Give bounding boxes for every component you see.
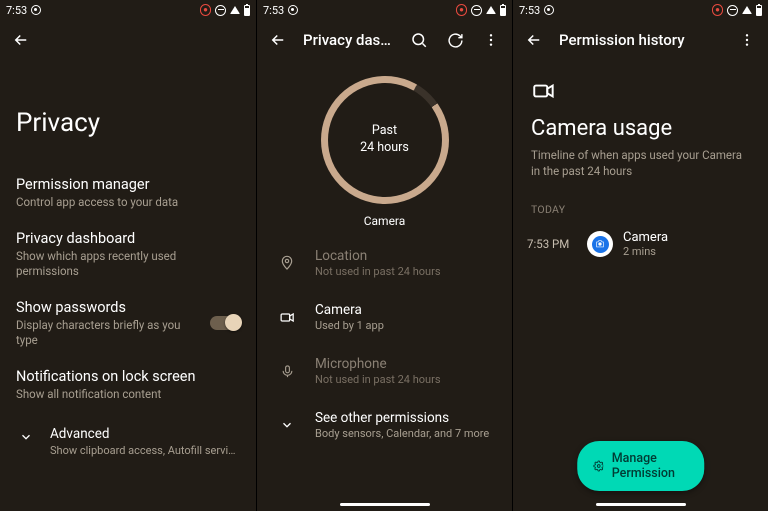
battery-icon [500, 5, 506, 16]
page-description: Timeline of when apps used your Camera i… [513, 147, 768, 195]
privacy-settings-screen: 7:53 ● Privacy Permission manager Contro… [0, 0, 256, 511]
setting-subtitle: Show clipboard access, Autofill service … [50, 444, 240, 457]
recording-pill-icon: ● [712, 4, 723, 16]
status-bar: 7:53 ● [257, 0, 512, 20]
recording-pill-icon: ● [200, 4, 211, 16]
screen-record-icon [544, 5, 554, 15]
permission-history-screen: 7:53 ● Permission history Camera usage T… [512, 0, 768, 511]
battery-icon [244, 5, 250, 16]
usage-entry[interactable]: 7:53 PM Camera 2 mins [513, 224, 768, 264]
perm-see-other[interactable]: See other permissions Body sensors, Cale… [257, 398, 512, 452]
setting-advanced[interactable]: Advanced Show clipboard access, Autofill… [0, 412, 256, 471]
usage-app-name: Camera [623, 230, 668, 245]
setting-subtitle: Control app access to your data [16, 195, 240, 210]
ring-line2: 24 hours [360, 140, 409, 157]
ring-label: Camera [364, 214, 406, 228]
location-icon [277, 255, 297, 271]
recording-pill-icon: ● [456, 4, 467, 16]
perm-camera[interactable]: Camera Used by 1 app [257, 290, 512, 344]
fab-label: Manage Permission [612, 451, 689, 481]
nav-bar [257, 497, 512, 511]
chevron-down-icon [277, 418, 297, 432]
search-button[interactable] [408, 29, 430, 51]
setting-subtitle: Show which apps recently used permission… [16, 249, 240, 279]
status-time: 7:53 [263, 4, 284, 17]
app-bar: Privacy dashb... [257, 20, 512, 60]
wifi-icon [486, 6, 496, 14]
ring-line1: Past [360, 123, 409, 140]
perm-subtitle: Not used in past 24 hours [315, 373, 441, 386]
perm-title: Microphone [315, 356, 441, 372]
perm-microphone[interactable]: Microphone Not used in past 24 hours [257, 344, 512, 398]
nav-bar [513, 497, 768, 511]
dnd-icon [471, 5, 482, 16]
chevron-down-icon [16, 426, 36, 448]
perm-location[interactable]: Location Not used in past 24 hours [257, 236, 512, 290]
nav-pill[interactable] [340, 503, 430, 506]
overflow-menu-button[interactable] [736, 29, 758, 51]
perm-title: Location [315, 248, 441, 264]
setting-permission-manager[interactable]: Permission manager Control app access to… [0, 166, 256, 220]
back-button[interactable] [523, 29, 545, 51]
app-icon [587, 231, 613, 257]
setting-title: Advanced [50, 426, 240, 442]
wifi-icon [230, 6, 240, 14]
status-bar: 7:53 ● [0, 0, 256, 20]
nav-pill[interactable] [596, 503, 686, 506]
dnd-icon [215, 5, 226, 16]
perm-title: Camera [315, 302, 384, 318]
battery-icon [756, 5, 762, 16]
page-title: Privacy [0, 60, 256, 166]
setting-privacy-dashboard[interactable]: Privacy dashboard Show which apps recent… [0, 220, 256, 289]
usage-ring: Past 24 hours Camera [257, 60, 512, 236]
app-bar [0, 20, 256, 60]
screen-record-icon [31, 5, 41, 15]
perm-subtitle: Not used in past 24 hours [315, 265, 441, 278]
setting-subtitle: Show all notification content [16, 387, 240, 402]
status-time: 7:53 [519, 4, 540, 17]
app-bar: Permission history [513, 20, 768, 60]
back-button[interactable] [267, 29, 289, 51]
setting-title: Notifications on lock screen [16, 368, 240, 385]
setting-title: Show passwords [16, 299, 198, 316]
setting-show-passwords[interactable]: Show passwords Display characters briefl… [0, 289, 256, 358]
dnd-icon [727, 5, 738, 16]
manage-permission-button[interactable]: Manage Permission [577, 441, 705, 491]
gear-icon [593, 458, 604, 474]
camera-icon [531, 78, 768, 104]
back-button[interactable] [10, 29, 32, 51]
perm-title: See other permissions [315, 410, 489, 426]
setting-title: Permission manager [16, 176, 240, 193]
setting-title: Privacy dashboard [16, 230, 240, 247]
status-time: 7:53 [6, 4, 27, 17]
appbar-title: Privacy dashb... [303, 31, 394, 49]
status-bar: 7:53 ● [513, 0, 768, 20]
usage-duration: 2 mins [623, 245, 668, 258]
overflow-menu-button[interactable] [480, 29, 502, 51]
refresh-button[interactable] [444, 29, 466, 51]
appbar-title: Permission history [559, 31, 722, 49]
setting-lockscreen-notifications[interactable]: Notifications on lock screen Show all no… [0, 358, 256, 412]
section-today: TODAY [513, 195, 768, 224]
privacy-dashboard-screen: 7:53 ● Privacy dashb... Past 24 hours [256, 0, 512, 511]
setting-subtitle: Display characters briefly as you type [16, 318, 198, 348]
wifi-icon [742, 6, 752, 14]
perm-subtitle: Used by 1 app [315, 319, 384, 332]
screen-record-icon [288, 5, 298, 15]
show-passwords-toggle[interactable] [210, 316, 240, 330]
page-heading: Camera usage [513, 104, 768, 147]
perm-subtitle: Body sensors, Calendar, and 7 more [315, 427, 489, 440]
microphone-icon [277, 364, 297, 379]
camera-icon [277, 309, 297, 326]
usage-time: 7:53 PM [527, 237, 577, 251]
